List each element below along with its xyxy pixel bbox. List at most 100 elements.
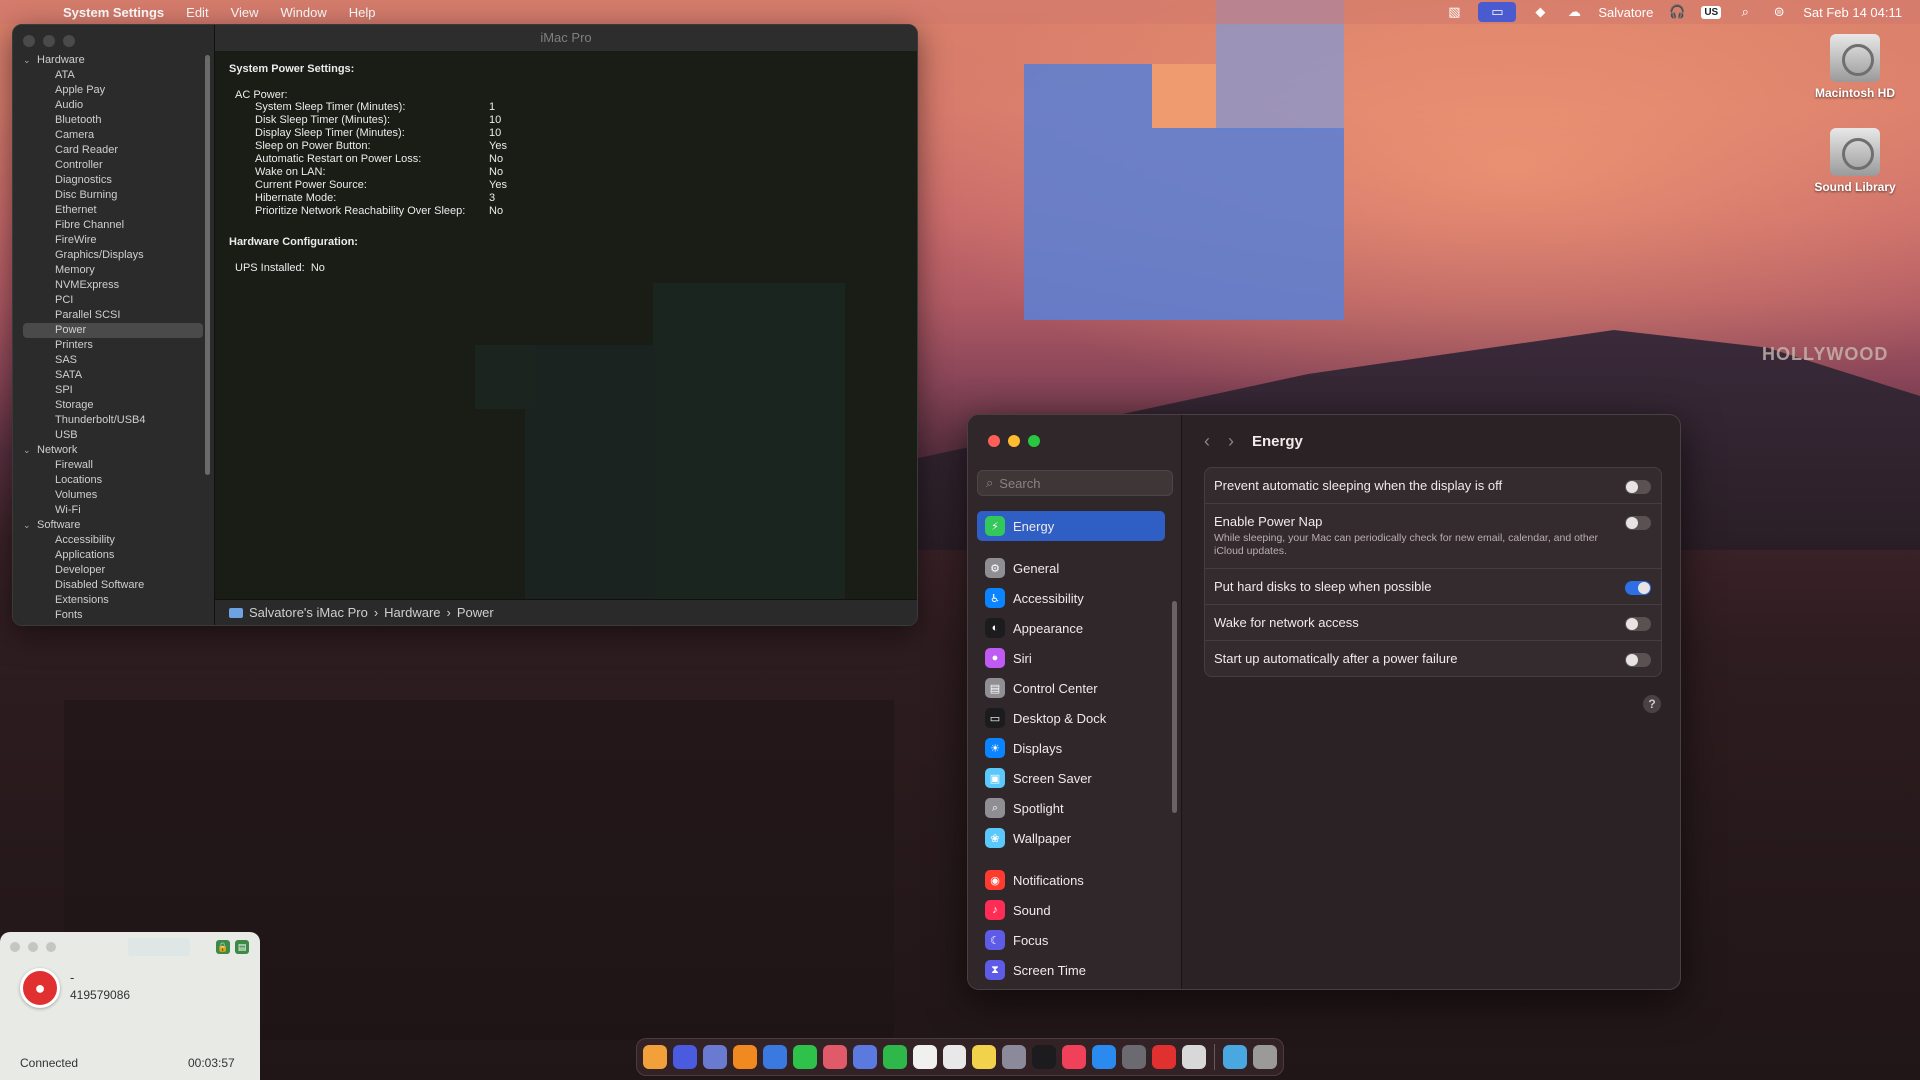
sidebar-item-energy[interactable]: ⚡ Energy bbox=[977, 511, 1165, 541]
help-button[interactable]: ? bbox=[1643, 695, 1661, 713]
app-store-icon[interactable] bbox=[1092, 1045, 1117, 1069]
back-arrow-icon[interactable]: ‹ bbox=[1204, 431, 1210, 452]
sidebar-item-screen-saver[interactable]: ▣ Screen Saver bbox=[977, 763, 1165, 793]
path-power[interactable]: Power bbox=[457, 605, 494, 620]
photos-icon[interactable] bbox=[822, 1045, 847, 1069]
tree-item[interactable]: Diagnostics bbox=[23, 173, 203, 188]
app-menu[interactable]: System Settings bbox=[52, 5, 175, 20]
tree-item[interactable]: ATA bbox=[23, 68, 203, 83]
tree-item[interactable]: Volumes bbox=[23, 488, 203, 503]
tree-item[interactable]: Apple Pay bbox=[23, 83, 203, 98]
sidebar-item-control-center[interactable]: ▤ Control Center bbox=[977, 673, 1165, 703]
tree-item[interactable]: Extensions bbox=[23, 593, 203, 608]
menu-window[interactable]: Window bbox=[270, 5, 338, 20]
lock-icon[interactable]: 🔒 bbox=[216, 940, 230, 954]
tree-item[interactable]: Parallel SCSI bbox=[23, 308, 203, 323]
desktop-icon-macintosh-hd[interactable]: Macintosh HD bbox=[1800, 34, 1910, 100]
menubar-clock[interactable]: Sat Feb 14 04:11 bbox=[1803, 5, 1902, 20]
sidebar-item-spotlight[interactable]: ⌕ Spotlight bbox=[977, 793, 1165, 823]
activity-monitor-icon[interactable]: ▧ bbox=[1444, 4, 1464, 20]
safari-icon[interactable] bbox=[732, 1045, 757, 1069]
tree-item[interactable]: USB bbox=[23, 428, 203, 443]
tree-item[interactable]: Disabled Software bbox=[23, 578, 203, 593]
call-input-field[interactable] bbox=[128, 938, 190, 956]
tree-item[interactable]: Thunderbolt/USB4 bbox=[23, 413, 203, 428]
forward-arrow-icon[interactable]: › bbox=[1228, 431, 1234, 452]
option-toggle[interactable] bbox=[1625, 516, 1651, 530]
spotlight-search-icon[interactable]: ⌕ bbox=[1735, 4, 1755, 20]
photos-alt-icon[interactable] bbox=[852, 1045, 877, 1069]
tree-group-hardware[interactable]: ⌄ Hardware bbox=[23, 53, 203, 68]
chat-icon[interactable]: ▤ bbox=[235, 940, 249, 954]
zoom-button[interactable] bbox=[1028, 435, 1040, 447]
tree-item[interactable]: Fonts bbox=[23, 608, 203, 623]
menu-view[interactable]: View bbox=[220, 5, 270, 20]
downloads-folder-icon[interactable] bbox=[1223, 1045, 1248, 1069]
sidebar-item-general[interactable]: ⚙ General bbox=[977, 553, 1165, 583]
trash-icon[interactable] bbox=[1253, 1045, 1278, 1069]
option-toggle[interactable] bbox=[1625, 653, 1651, 667]
chevron-down-icon[interactable]: ⌄ bbox=[23, 53, 33, 68]
sidebar-scrollbar[interactable] bbox=[205, 55, 210, 475]
finder-icon[interactable] bbox=[643, 1045, 667, 1069]
tree-item[interactable]: Power bbox=[23, 323, 203, 338]
option-toggle[interactable] bbox=[1625, 617, 1651, 631]
sidebar-item-accessibility[interactable]: ♿ Accessibility bbox=[977, 583, 1165, 613]
tree-item[interactable]: SATA bbox=[23, 368, 203, 383]
tree-item[interactable]: Card Reader bbox=[23, 143, 203, 158]
notes-icon[interactable] bbox=[972, 1045, 997, 1069]
tree-item[interactable]: Audio bbox=[23, 98, 203, 113]
chrome-icon[interactable] bbox=[762, 1045, 787, 1069]
system-info-icon[interactable] bbox=[1002, 1045, 1027, 1069]
path-hardware[interactable]: Hardware bbox=[384, 605, 440, 620]
music-icon[interactable] bbox=[1062, 1045, 1087, 1069]
close-button[interactable] bbox=[988, 435, 1000, 447]
tree-item[interactable]: Controller bbox=[23, 158, 203, 173]
headphones-icon[interactable]: 🎧 bbox=[1667, 4, 1687, 20]
minimize-button[interactable] bbox=[28, 942, 38, 952]
tree-item[interactable]: Memory bbox=[23, 263, 203, 278]
user-name[interactable]: Salvatore bbox=[1598, 5, 1653, 20]
tree-item[interactable]: Accessibility bbox=[23, 533, 203, 548]
path-computer[interactable]: Salvatore's iMac Pro bbox=[249, 605, 368, 620]
tree-group-software[interactable]: ⌄ Software bbox=[23, 518, 203, 533]
sidebar-scrollbar[interactable] bbox=[1172, 601, 1177, 813]
close-button[interactable] bbox=[10, 942, 20, 952]
option-toggle[interactable] bbox=[1625, 480, 1651, 494]
tree-item[interactable]: NVMExpress bbox=[23, 278, 203, 293]
system-settings-icon[interactable] bbox=[1122, 1045, 1147, 1069]
tree-item[interactable]: FireWire bbox=[23, 233, 203, 248]
zoom-button[interactable] bbox=[63, 35, 75, 47]
sidebar-item-desktop-dock[interactable]: ▭ Desktop & Dock bbox=[977, 703, 1165, 733]
input-source[interactable]: US bbox=[1701, 5, 1722, 19]
tree-item[interactable]: Wi-Fi bbox=[23, 503, 203, 518]
menu-help[interactable]: Help bbox=[338, 5, 387, 20]
sidebar-item-sound[interactable]: ♪ Sound bbox=[977, 895, 1165, 925]
tree-item[interactable]: SAS bbox=[23, 353, 203, 368]
apple-menu-icon[interactable] bbox=[20, 3, 38, 21]
tree-item[interactable]: Developer bbox=[23, 563, 203, 578]
messages-icon[interactable] bbox=[792, 1045, 817, 1069]
vpn-icon[interactable]: ◆ bbox=[1530, 4, 1550, 20]
tree-item[interactable]: Applications bbox=[23, 548, 203, 563]
tree-item[interactable]: SPI bbox=[23, 383, 203, 398]
menu-edit[interactable]: Edit bbox=[175, 5, 219, 20]
tree-item[interactable]: PCI bbox=[23, 293, 203, 308]
sidebar-item-notifications[interactable]: ◉ Notifications bbox=[977, 865, 1165, 895]
preview-icon[interactable] bbox=[1182, 1045, 1207, 1069]
tree-item[interactable]: Bluetooth bbox=[23, 113, 203, 128]
tree-item[interactable]: Printers bbox=[23, 338, 203, 353]
tree-item[interactable]: Storage bbox=[23, 398, 203, 413]
search-field[interactable]: ⌕ Search bbox=[977, 470, 1173, 496]
weather-icon[interactable]: ☁ bbox=[1564, 4, 1584, 20]
sidebar-item-appearance[interactable]: ◐ Appearance bbox=[977, 613, 1165, 643]
sidebar-item-siri[interactable]: ● Siri bbox=[977, 643, 1165, 673]
tree-item[interactable]: Locations bbox=[23, 473, 203, 488]
sidebar-item-screen-time[interactable]: ⧗ Screen Time bbox=[977, 955, 1165, 985]
launchpad-icon[interactable] bbox=[702, 1045, 727, 1069]
tree-item[interactable]: Fibre Channel bbox=[23, 218, 203, 233]
tree-item[interactable]: Disc Burning bbox=[23, 188, 203, 203]
screen-sharing-icon[interactable]: ▭ bbox=[1478, 2, 1517, 22]
sidebar-item-displays[interactable]: ☀ Displays bbox=[977, 733, 1165, 763]
tree-item[interactable]: Graphics/Displays bbox=[23, 248, 203, 263]
